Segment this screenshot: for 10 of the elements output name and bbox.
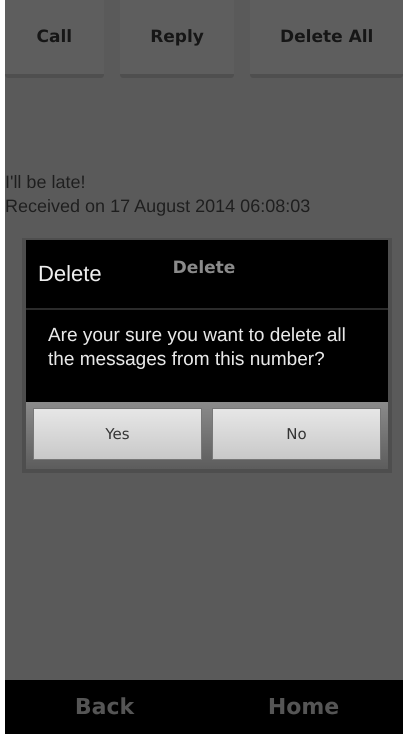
received-time: Received on 17 August 2014 06:08:03	[5, 195, 312, 218]
dialog-button[interactable]: No	[212, 408, 381, 460]
dialog-button[interactable]: Yes	[33, 408, 202, 460]
message-text: I'll be late!	[5, 171, 86, 194]
toolbar-button[interactable]: Delete All	[250, 0, 403, 78]
nav-button[interactable]: Back	[5, 680, 204, 734]
toolbar-button[interactable]: Reply	[120, 0, 234, 78]
toolbar-button[interactable]: Call	[5, 0, 104, 78]
dialog-message: Are your sure you want to delete all the messages from this number?	[26, 310, 388, 402]
nav-button[interactable]: Home	[204, 680, 403, 734]
